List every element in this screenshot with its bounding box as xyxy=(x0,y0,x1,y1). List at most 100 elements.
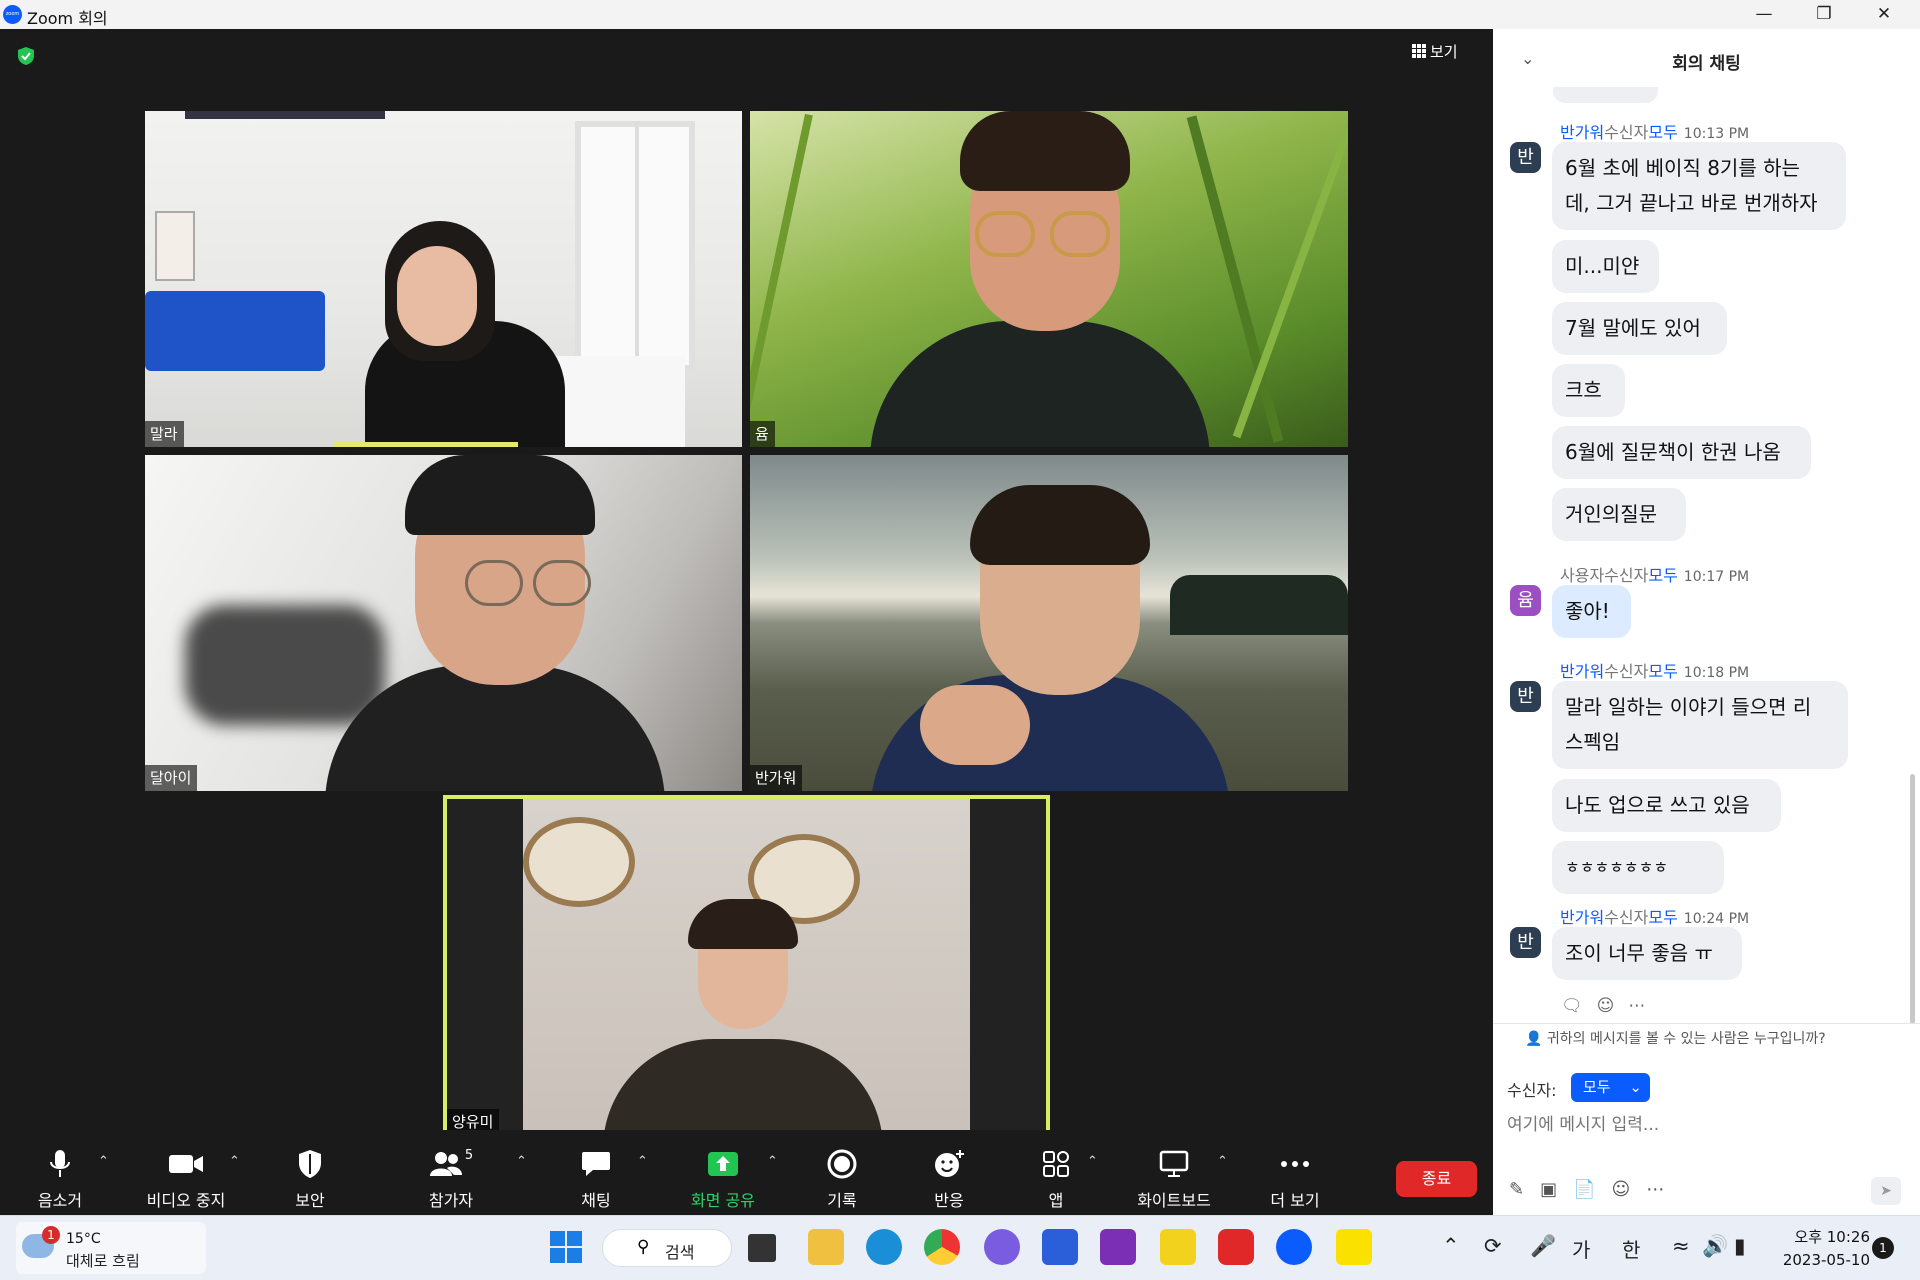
search-icon: ⚲ xyxy=(637,1237,650,1257)
more-compose-icon[interactable]: ⋯ xyxy=(1646,1179,1664,1200)
whiteboard-label: 화이트보드 xyxy=(1137,1191,1211,1210)
video-tile-bangawo[interactable]: 반가워 xyxy=(750,455,1348,791)
clock[interactable]: 오후 10:26 2023-05-10 xyxy=(1770,1226,1870,1269)
screenshot-icon[interactable]: ▣ xyxy=(1540,1179,1557,1200)
stop-video-button[interactable]: 비디오 중지 xyxy=(138,1148,234,1211)
search-label: 검색 xyxy=(665,1243,695,1262)
weather-temp: 15°C xyxy=(66,1231,101,1247)
share-options-chevron-icon[interactable]: ⌃ xyxy=(767,1154,778,1169)
task-view-icon[interactable] xyxy=(748,1234,776,1262)
chat-scrollbar[interactable] xyxy=(1910,774,1915,1024)
format-text-icon[interactable]: ✎ xyxy=(1509,1179,1524,1200)
share-screen-button[interactable]: 화면 공유 xyxy=(688,1148,758,1211)
file-attach-icon[interactable]: 📄 xyxy=(1573,1179,1595,1200)
emoji-icon[interactable]: ☺ xyxy=(1612,1179,1631,1200)
start-windows-icon[interactable] xyxy=(548,1229,584,1265)
chat-message[interactable]: 6월 초에 베이직 8기를 하는 데, 그거 끝나고 바로 번개하자 xyxy=(1552,142,1846,230)
video-tile-yum[interactable]: 윰 xyxy=(750,111,1348,447)
microphone-tray-icon[interactable]: 🎤 xyxy=(1530,1234,1556,1259)
mute-options-chevron-icon[interactable]: ⌃ xyxy=(98,1154,109,1169)
chat-message[interactable]: 6월에 질문책이 한권 나옴 xyxy=(1552,426,1811,479)
close-button[interactable]: ✕ xyxy=(1854,0,1914,29)
sync-icon[interactable]: ⟳ xyxy=(1484,1234,1502,1258)
participant-video-malla xyxy=(335,211,565,447)
notification-badge[interactable]: 1 xyxy=(1872,1237,1894,1259)
more-button[interactable]: 더 보기 xyxy=(1266,1148,1324,1211)
reply-icon[interactable]: 🗨 xyxy=(1561,996,1583,1016)
zoom-taskbar-icon[interactable] xyxy=(1276,1229,1312,1265)
file-explorer-icon[interactable] xyxy=(808,1229,844,1265)
minimize-button[interactable]: — xyxy=(1734,0,1794,29)
participants-options-chevron-icon[interactable]: ⌃ xyxy=(516,1154,527,1169)
sender-avatar[interactable]: 반 xyxy=(1510,681,1541,712)
chat-message-header: 반가워수신자모두 10:13 PM xyxy=(1560,123,1750,142)
microsoft-store-icon[interactable] xyxy=(1042,1229,1078,1265)
mute-button[interactable]: 음소거 xyxy=(30,1148,90,1211)
chat-message[interactable]: 거인의질문 xyxy=(1552,488,1686,541)
message-input[interactable] xyxy=(1507,1109,1897,1141)
record-button[interactable]: 기록 xyxy=(818,1148,866,1211)
chat-message[interactable]: 조이 너무 좋음 ㅠ xyxy=(1552,927,1742,980)
taskbar-search[interactable]: ⚲ 검색 xyxy=(602,1229,732,1267)
ime-language[interactable]: 한 xyxy=(1622,1234,1640,1263)
chat-message[interactable]: 미...미얀 xyxy=(1552,240,1659,293)
video-options-chevron-icon[interactable]: ⌃ xyxy=(229,1154,240,1169)
end-meeting-button[interactable]: 종료 xyxy=(1396,1161,1477,1197)
sticky-notes-icon[interactable] xyxy=(1160,1229,1196,1265)
chat-button[interactable]: 채팅 xyxy=(572,1148,620,1211)
apps-options-chevron-icon[interactable]: ⌃ xyxy=(1087,1154,1098,1169)
wifi-icon[interactable]: ≈ xyxy=(1672,1234,1690,1258)
participants-button[interactable]: 5 참가자 xyxy=(420,1148,482,1211)
title-bar: zoom Zoom 회의 — ❐ ✕ xyxy=(0,0,1920,29)
chat-message-header: 사용자수신자모두 10:17 PM xyxy=(1560,566,1750,585)
chat-message[interactable]: 나도 업으로 쓰고 있음 xyxy=(1552,779,1781,832)
stop-video-label: 비디오 중지 xyxy=(146,1191,226,1210)
compose-toolbar: ✎ ▣ 📄 ☺ ⋯ xyxy=(1509,1179,1664,1200)
restore-button[interactable]: ❐ xyxy=(1794,0,1854,29)
sender-avatar[interactable]: 반 xyxy=(1510,927,1541,958)
video-tile-malla[interactable]: 말라 xyxy=(145,111,742,447)
red-app-icon[interactable] xyxy=(1218,1229,1254,1265)
meeting-video-area: 보기 말라 윰 달아이 반가워 양유미 xyxy=(0,29,1493,1139)
add-reaction-icon[interactable]: ☺ xyxy=(1597,996,1615,1016)
reactions-button[interactable]: 반응 xyxy=(925,1148,973,1211)
chat-message[interactable]: ㅎㅎㅎㅎㅎㅎㅎ xyxy=(1552,841,1724,894)
chat-options-chevron-icon[interactable]: ⌃ xyxy=(637,1154,648,1169)
mute-label: 음소거 xyxy=(37,1191,83,1210)
apps-button[interactable]: 앱 xyxy=(1032,1148,1080,1211)
show-hidden-icons-chevron-icon[interactable]: ⌃ xyxy=(1442,1234,1460,1258)
share-screen-icon xyxy=(688,1148,758,1180)
onenote-icon[interactable] xyxy=(1100,1229,1136,1265)
video-tile-dalai[interactable]: 달아이 xyxy=(145,455,742,791)
whiteboard-options-chevron-icon[interactable]: ⌃ xyxy=(1217,1154,1228,1169)
encryption-shield-icon[interactable] xyxy=(16,46,36,66)
privacy-info[interactable]: 👤 귀하의 메시지를 볼 수 있는 사람은 누구입니까? xyxy=(1525,1028,1826,1048)
battery-icon[interactable]: ▮ xyxy=(1734,1234,1746,1258)
chrome-browser-icon[interactable] xyxy=(924,1229,960,1265)
sender-avatar[interactable]: 반 xyxy=(1510,142,1541,173)
copilot-icon[interactable] xyxy=(984,1229,1020,1265)
send-icon[interactable]: ➤ xyxy=(1871,1177,1901,1205)
participant-name-label: 반가워 xyxy=(750,765,803,791)
video-tile-yangyumi[interactable]: 양유미 xyxy=(443,795,1050,1139)
apps-icon xyxy=(1032,1148,1080,1180)
chat-message[interactable]: 크흐 xyxy=(1552,364,1625,417)
security-button[interactable]: 보안 xyxy=(286,1148,334,1211)
chat-message[interactable]: 7월 말에도 있어 xyxy=(1552,302,1727,355)
kakaotalk-icon[interactable] xyxy=(1336,1229,1372,1265)
clock-time: 오후 10:26 xyxy=(1794,1228,1870,1246)
sender-avatar[interactable]: 윰 xyxy=(1510,585,1541,616)
windows-taskbar: 1 15°C 대체로 흐림 ⚲ 검색 ⌃ ⟳ 🎤 가 한 ≈ 🔊 ▮ 오후 10… xyxy=(0,1215,1920,1280)
recipient-dropdown[interactable]: 모두 ⌄ xyxy=(1571,1073,1650,1102)
edge-browser-icon[interactable] xyxy=(866,1229,902,1265)
whiteboard-button[interactable]: 화이트보드 xyxy=(1130,1148,1218,1211)
view-button[interactable]: 보기 xyxy=(1412,39,1458,63)
more-options-icon[interactable]: ⋯ xyxy=(1628,996,1645,1016)
chat-message[interactable]: 말라 일하는 이야기 들으면 리 스펙임 xyxy=(1552,681,1848,769)
ime-mode[interactable]: 가 xyxy=(1572,1234,1590,1263)
apps-label: 앱 xyxy=(1048,1191,1064,1210)
chat-message-own[interactable]: 좋아! xyxy=(1552,585,1631,638)
weather-widget[interactable]: 1 15°C 대체로 흐림 xyxy=(16,1222,206,1274)
more-dots-icon xyxy=(1266,1148,1324,1180)
volume-icon[interactable]: 🔊 xyxy=(1702,1234,1728,1259)
